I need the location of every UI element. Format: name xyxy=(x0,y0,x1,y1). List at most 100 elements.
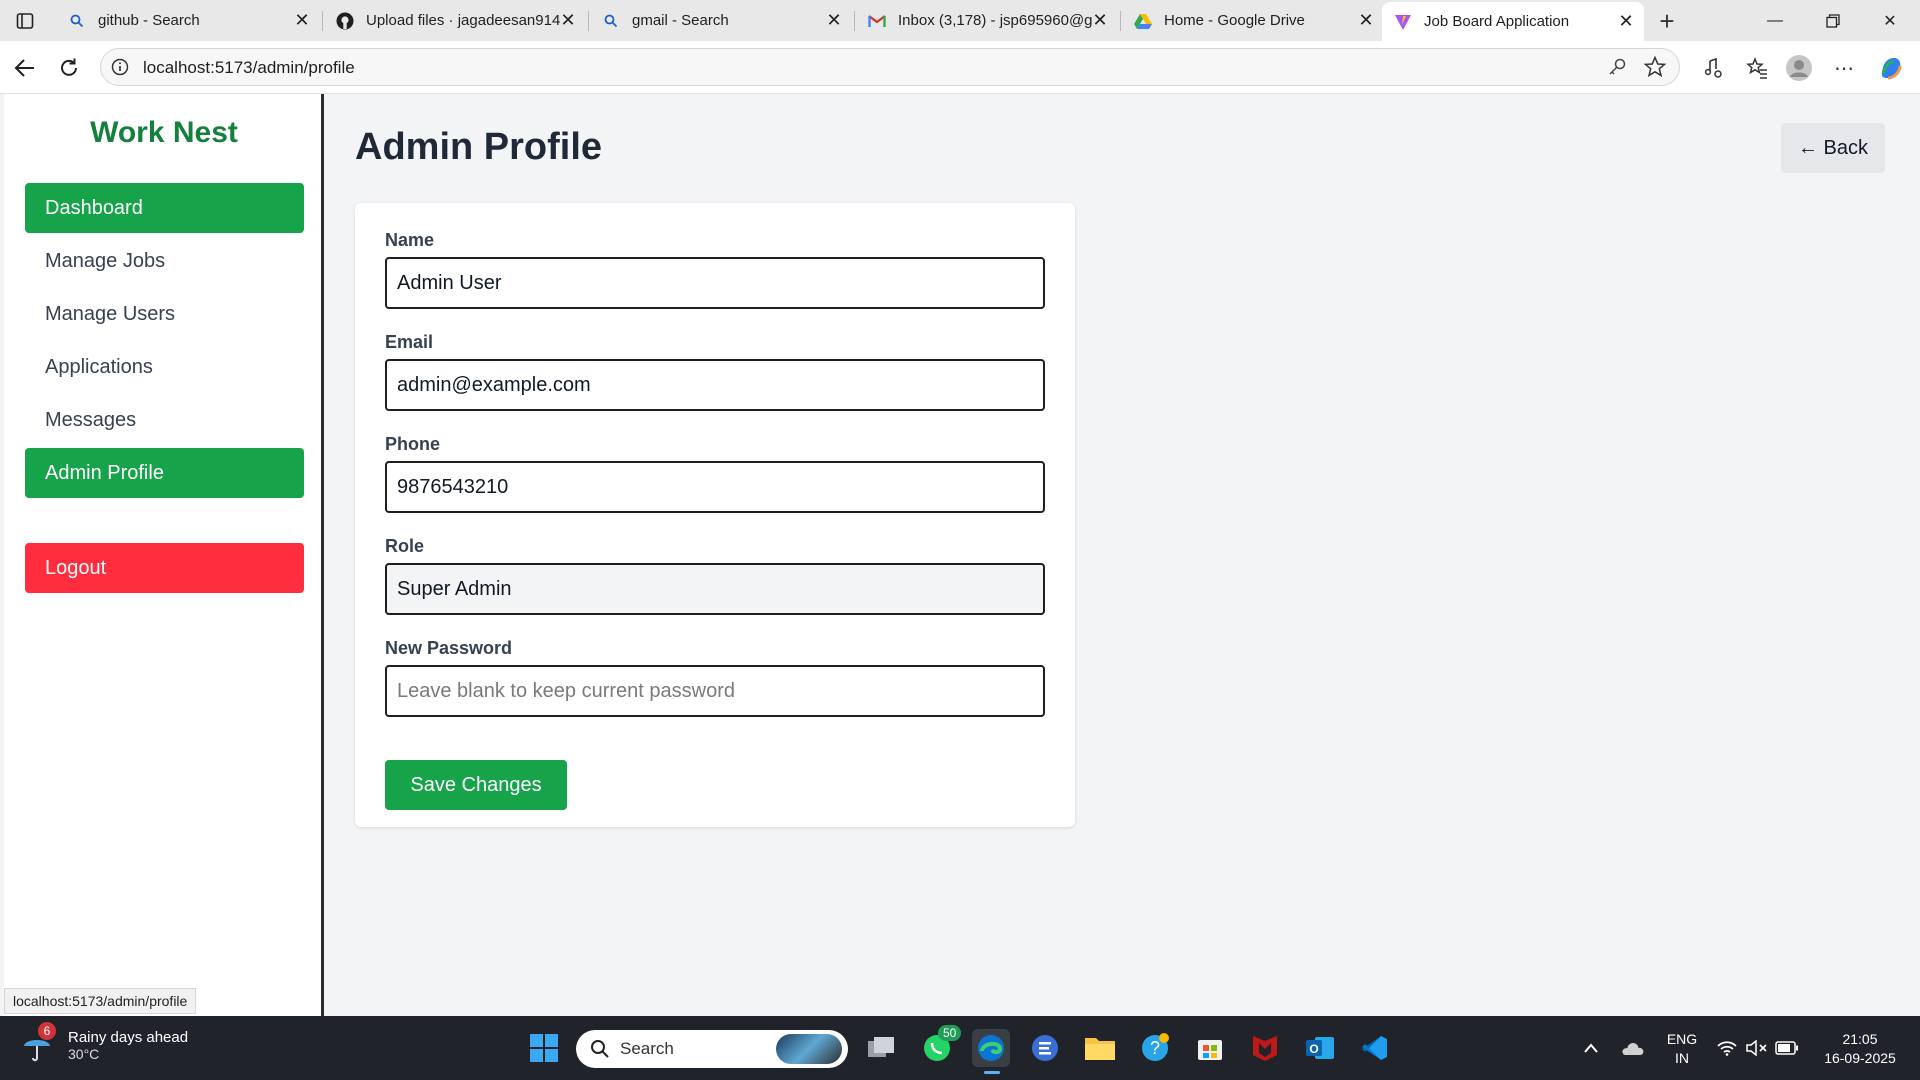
close-tab-icon[interactable]: ✕ xyxy=(560,10,576,30)
refresh-icon[interactable] xyxy=(54,53,84,83)
vite-icon xyxy=(1394,13,1412,31)
email-input[interactable] xyxy=(385,359,1045,411)
address-bar[interactable]: localhost:5173/admin/profile xyxy=(100,48,1680,86)
gmail-icon xyxy=(868,12,886,30)
close-tab-icon[interactable]: ✕ xyxy=(1092,10,1108,30)
sidebar: Work Nest Dashboard Manage Jobs Manage U… xyxy=(4,94,324,1016)
clock[interactable]: 21:05 16-09-2025 xyxy=(1810,1030,1910,1068)
name-label: Name xyxy=(385,230,435,250)
phone-input[interactable] xyxy=(385,461,1045,513)
profile-form-card: Name Email Phone Role New Password Save … xyxy=(355,203,1075,827)
new-password-input[interactable] xyxy=(385,665,1045,717)
volume-muted-icon[interactable] xyxy=(1742,1029,1772,1067)
temperature-text: 30°C xyxy=(68,1045,100,1062)
save-changes-button[interactable]: Save Changes xyxy=(385,760,567,810)
browser-essentials-icon[interactable] xyxy=(1698,53,1728,83)
name-input[interactable] xyxy=(385,257,1045,309)
browser-tab[interactable]: Inbox (3,178) - jsp695960@g ✕ xyxy=(856,0,1118,41)
favorites-list-icon[interactable] xyxy=(1742,53,1772,83)
page-title: Admin Profile xyxy=(355,126,603,168)
new-password-label: New Password xyxy=(385,638,513,658)
profile-avatar-icon[interactable] xyxy=(1784,53,1814,83)
taskbar-search-box[interactable]: Search xyxy=(576,1030,848,1068)
weather-widget[interactable]: 6 Rainy days ahead 30°C xyxy=(22,1022,189,1062)
language-indicator[interactable]: ENG IN xyxy=(1660,1030,1704,1068)
copilot-icon[interactable] xyxy=(1876,53,1906,83)
microsoft-store-icon[interactable] xyxy=(1191,1029,1229,1067)
logout-button[interactable]: Logout xyxy=(25,543,304,593)
favorite-star-icon[interactable] xyxy=(1643,55,1667,79)
search-icon xyxy=(68,12,86,30)
more-options-icon[interactable]: ⋯ xyxy=(1829,53,1859,83)
browser-tab[interactable]: Upload files · jagadeesan914 ✕ xyxy=(324,0,586,41)
chevron-up-icon[interactable] xyxy=(1574,1029,1608,1067)
close-tab-icon[interactable]: ✕ xyxy=(826,10,842,30)
tab-actions-icon[interactable] xyxy=(12,8,38,34)
language-line-2: IN xyxy=(1675,1050,1689,1066)
clock-date: 16-09-2025 xyxy=(1824,1050,1896,1066)
task-view-icon[interactable] xyxy=(862,1029,900,1067)
sidebar-item-manage-users[interactable]: Manage Users xyxy=(25,289,304,339)
restore-icon[interactable] xyxy=(1805,0,1861,41)
close-tab-icon[interactable]: ✕ xyxy=(1618,11,1634,31)
windows-start-icon[interactable] xyxy=(525,1029,563,1067)
password-key-icon[interactable] xyxy=(1607,57,1627,77)
tab-title: Home - Google Drive xyxy=(1164,12,1305,29)
svg-text:O: O xyxy=(1309,1042,1318,1056)
sidebar-item-dashboard[interactable]: Dashboard xyxy=(25,183,304,233)
back-arrow-icon[interactable] xyxy=(10,53,40,83)
search-icon xyxy=(602,12,620,30)
tab-title: github - Search xyxy=(98,12,200,29)
brand-logo[interactable]: Work Nest xyxy=(4,116,324,150)
sidebar-item-manage-jobs[interactable]: Manage Jobs xyxy=(25,236,304,286)
browser-tab[interactable]: Home - Google Drive ✕ xyxy=(1122,0,1384,41)
tab-title: Inbox (3,178) - jsp695960@g xyxy=(898,12,1092,29)
browser-tab-active[interactable]: Job Board Application ✕ xyxy=(1382,2,1644,41)
role-label: Role xyxy=(385,536,425,556)
tab-divider xyxy=(854,11,855,31)
google-drive-icon xyxy=(1134,12,1152,30)
sidebar-item-admin-profile[interactable]: Admin Profile xyxy=(25,448,304,498)
sidebar-item-messages[interactable]: Messages xyxy=(25,395,304,445)
search-highlight-icon xyxy=(776,1034,842,1064)
status-bar-url: localhost:5173/admin/profile xyxy=(4,988,197,1014)
tab-title: Upload files · jagadeesan914 xyxy=(366,12,560,29)
tab-divider xyxy=(1120,11,1121,31)
email-label: Email xyxy=(385,332,434,352)
clock-time: 21:05 xyxy=(1842,1031,1878,1047)
help-icon[interactable]: ? xyxy=(1136,1029,1174,1067)
edge-browser-icon[interactable] xyxy=(972,1029,1010,1074)
sidebar-item-applications[interactable]: Applications xyxy=(25,342,304,392)
close-tab-icon[interactable]: ✕ xyxy=(294,10,310,30)
app-e-icon[interactable] xyxy=(1026,1029,1064,1067)
tab-title: gmail - Search xyxy=(632,12,729,29)
battery-icon[interactable] xyxy=(1772,1029,1802,1067)
file-explorer-icon[interactable] xyxy=(1081,1029,1119,1067)
site-info-icon[interactable] xyxy=(111,58,129,76)
onedrive-cloud-icon[interactable] xyxy=(1614,1029,1650,1067)
active-app-indicator xyxy=(984,1071,1000,1074)
page-content: Work Nest Dashboard Manage Jobs Manage U… xyxy=(0,94,1920,1016)
browser-tab-strip: github - Search ✕ Upload files · jagadee… xyxy=(0,0,1920,41)
minimize-icon[interactable]: — xyxy=(1747,0,1803,41)
mcafee-icon[interactable] xyxy=(1246,1029,1284,1067)
close-tab-icon[interactable]: ✕ xyxy=(1358,10,1374,30)
weather-text: Rainy days ahead xyxy=(68,1028,189,1046)
windows-taskbar: 6 Rainy days ahead 30°C Search 50 ? O EN… xyxy=(0,1016,1920,1080)
new-tab-icon[interactable]: + xyxy=(1652,6,1682,36)
svg-text:?: ? xyxy=(1150,1038,1160,1058)
role-input xyxy=(385,563,1045,615)
wifi-icon[interactable] xyxy=(1712,1029,1742,1067)
tab-divider xyxy=(322,11,323,31)
whatsapp-badge: 50 xyxy=(938,1025,962,1041)
browser-tab[interactable]: github - Search ✕ xyxy=(56,0,320,41)
whatsapp-icon[interactable]: 50 xyxy=(918,1025,962,1067)
search-icon xyxy=(590,1039,610,1059)
browser-tab[interactable]: gmail - Search ✕ xyxy=(590,0,852,41)
vscode-icon[interactable] xyxy=(1356,1029,1394,1067)
close-window-icon[interactable]: ✕ xyxy=(1862,0,1918,41)
back-button[interactable]: ← Back xyxy=(1781,123,1885,173)
github-icon xyxy=(336,12,354,30)
outlook-icon[interactable]: O xyxy=(1301,1029,1339,1067)
weather-badge: 6 xyxy=(38,1022,56,1040)
